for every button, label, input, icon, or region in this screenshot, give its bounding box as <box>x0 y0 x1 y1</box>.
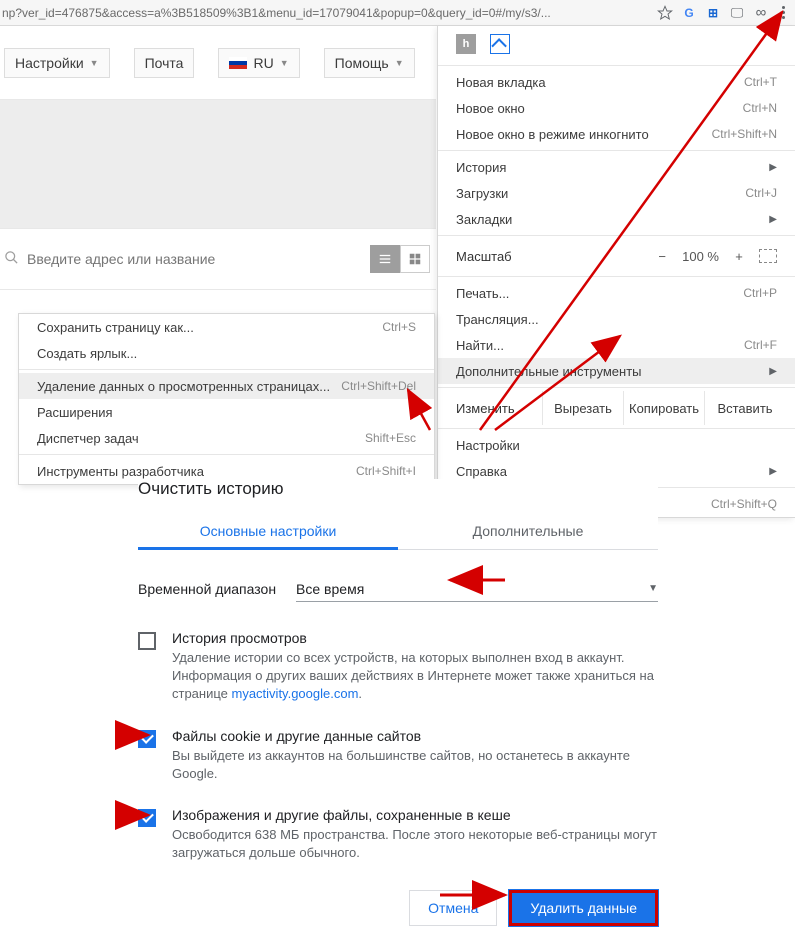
extension-icon-3[interactable]: 🖵 <box>728 4 746 22</box>
extension-icon-2[interactable]: ⊞ <box>704 4 722 22</box>
tab-advanced[interactable]: Дополнительные <box>398 515 658 549</box>
page-content: Настройки▼ Почта RU▼ Помощь▼ <box>0 26 436 316</box>
ext-badge-icon[interactable] <box>490 34 510 54</box>
search-icon <box>4 250 19 268</box>
option-desc: Вы выйдете из аккаунтов на большинстве с… <box>172 747 658 783</box>
menu-history[interactable]: История▶ <box>438 154 795 180</box>
cancel-button[interactable]: Отмена <box>409 890 497 926</box>
omnibox: np?ver_id=476875&access=a%3B518509%3B1&m… <box>0 0 795 26</box>
url-fragment: np?ver_id=476875&access=a%3B518509%3B1&m… <box>0 6 551 20</box>
dialog-actions: Отмена Удалить данные <box>138 890 658 926</box>
checkbox-checked-icon[interactable] <box>138 730 156 748</box>
menu-find[interactable]: Найти...Ctrl+F <box>438 332 795 358</box>
menu-zoom: Масштаб − 100 % + <box>438 239 795 273</box>
option-desc: Удаление истории со всех устройств, на к… <box>172 649 658 704</box>
option-title: Файлы cookie и другие данные сайтов <box>172 728 658 744</box>
myactivity-link[interactable]: myactivity.google.com <box>232 686 359 701</box>
checkbox-icon[interactable] <box>138 632 156 650</box>
submenu-extensions[interactable]: Расширения <box>19 399 434 425</box>
flag-ru-icon <box>229 57 247 69</box>
edit-label: Изменить <box>456 401 542 416</box>
settings-dropdown[interactable]: Настройки▼ <box>4 48 110 78</box>
grid-view-button[interactable] <box>400 245 430 273</box>
option-desc: Освободится 638 МБ пространства. После э… <box>172 826 658 862</box>
menu-cast[interactable]: Трансляция... <box>438 306 795 332</box>
menu-incognito[interactable]: Новое окно в режиме инкогнитоCtrl+Shift+… <box>438 121 795 147</box>
address-search-row <box>0 228 436 290</box>
submenu-clear-browsing-data[interactable]: Удаление данных о просмотренных страница… <box>19 373 434 399</box>
menu-edit-row: Изменить Вырезать Копировать Вставить <box>438 391 795 425</box>
help-dropdown[interactable]: Помощь▼ <box>324 48 415 78</box>
option-title: Изображения и другие файлы, сохраненные … <box>172 807 658 823</box>
submenu-save-page-as[interactable]: Сохранить страницу как...Ctrl+S <box>19 314 434 340</box>
zoom-in-button[interactable]: + <box>729 249 749 264</box>
menu-cut[interactable]: Вырезать <box>542 391 623 425</box>
menu-extension-icons: h <box>438 26 795 62</box>
option-cookies[interactable]: Файлы cookie и другие данные сайтов Вы в… <box>138 728 658 783</box>
extension-icon-4[interactable]: ∞ <box>752 4 770 22</box>
option-cached-images[interactable]: Изображения и другие файлы, сохраненные … <box>138 807 658 862</box>
page-toolbar: Настройки▼ Почта RU▼ Помощь▼ <box>0 26 436 100</box>
chrome-menu-button[interactable] <box>776 6 791 19</box>
menu-bookmarks[interactable]: Закладки▶ <box>438 206 795 232</box>
menu-settings[interactable]: Настройки <box>438 432 795 458</box>
time-range-select[interactable]: Все время▼ <box>296 577 658 602</box>
zoom-out-button[interactable]: − <box>652 249 672 264</box>
menu-copy[interactable]: Копировать <box>623 391 704 425</box>
option-browsing-history[interactable]: История просмотров Удаление истории со в… <box>138 630 658 704</box>
view-toggle <box>370 245 430 273</box>
option-title: История просмотров <box>172 630 658 646</box>
menu-downloads[interactable]: ЗагрузкиCtrl+J <box>438 180 795 206</box>
menu-new-window[interactable]: Новое окноCtrl+N <box>438 95 795 121</box>
zoom-value: 100 % <box>682 249 719 264</box>
clear-data-button[interactable]: Удалить данные <box>509 890 658 926</box>
extension-icon[interactable]: G <box>680 4 698 22</box>
time-range-label: Временной диапазон <box>138 581 276 597</box>
checkbox-checked-icon[interactable] <box>138 809 156 827</box>
submenu-task-manager[interactable]: Диспетчер задачShift+Esc <box>19 425 434 451</box>
submenu-create-shortcut[interactable]: Создать ярлык... <box>19 340 434 366</box>
bookmark-star-icon[interactable] <box>656 4 674 22</box>
clear-browsing-data-dialog: Очистить историю Основные настройки Допо… <box>138 479 658 926</box>
tab-basic[interactable]: Основные настройки <box>138 515 398 550</box>
menu-more-tools[interactable]: Дополнительные инструменты▶ <box>438 358 795 384</box>
chrome-main-menu: h Новая вкладкаCtrl+T Новое окноCtrl+N Н… <box>437 26 795 518</box>
menu-new-tab[interactable]: Новая вкладкаCtrl+T <box>438 69 795 95</box>
zoom-label: Масштаб <box>456 249 652 264</box>
list-view-button[interactable] <box>370 245 400 273</box>
mail-button[interactable]: Почта <box>134 48 195 78</box>
language-dropdown[interactable]: RU▼ <box>218 48 299 78</box>
menu-print[interactable]: Печать...Ctrl+P <box>438 280 795 306</box>
fullscreen-button[interactable] <box>759 249 777 263</box>
menu-paste[interactable]: Вставить <box>704 391 785 425</box>
time-range-row: Временной диапазон Все время▼ <box>138 572 658 606</box>
more-tools-submenu: Сохранить страницу как...Ctrl+S Создать … <box>18 313 435 485</box>
dialog-title: Очистить историю <box>138 479 658 499</box>
search-input[interactable] <box>27 251 287 267</box>
ext-h-icon[interactable]: h <box>456 34 476 54</box>
dialog-tabs: Основные настройки Дополнительные <box>138 515 658 550</box>
